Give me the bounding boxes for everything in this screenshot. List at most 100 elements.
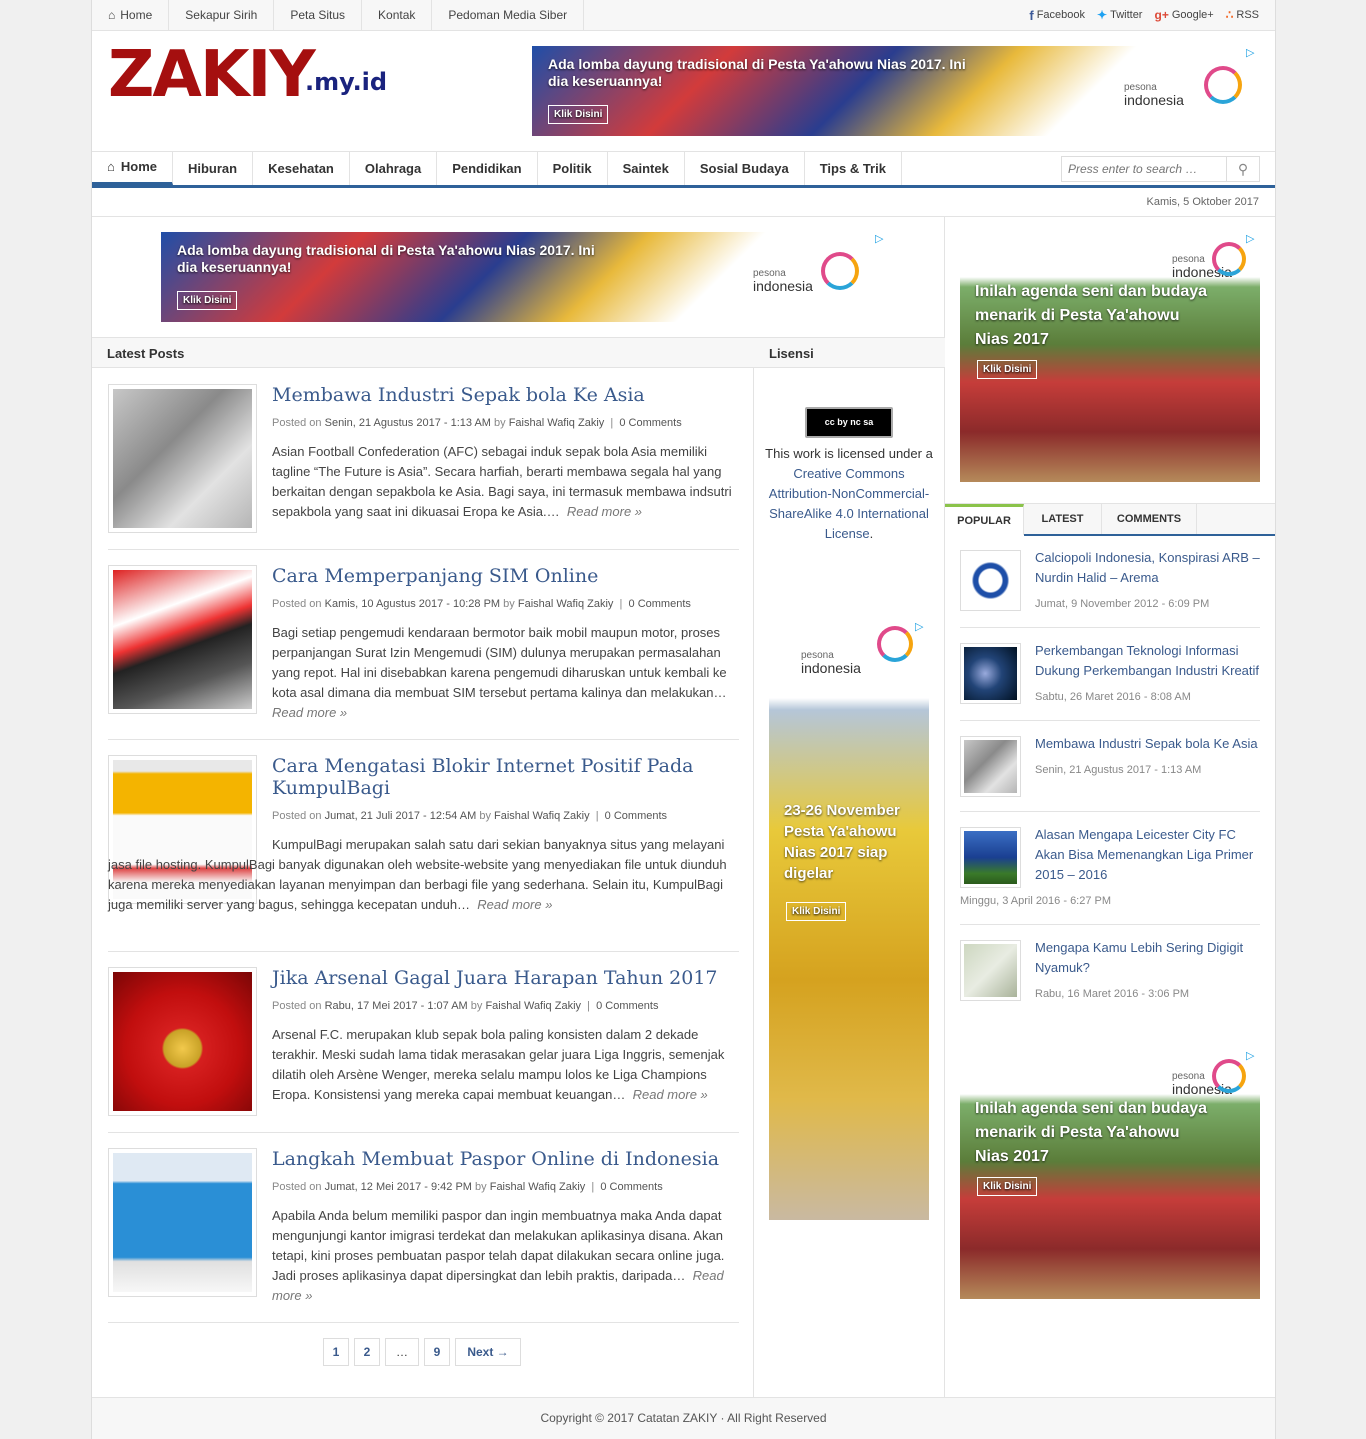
facebook-link[interactable]: f Facebook <box>1029 0 1085 31</box>
posted-on-label: Posted on <box>272 1000 322 1012</box>
adchoices-icon[interactable]: ▷ <box>915 622 926 633</box>
search-button[interactable]: ⚲ <box>1226 157 1259 181</box>
page-9-button[interactable]: 9 <box>424 1338 450 1366</box>
read-more-link[interactable]: Read more » <box>633 1087 708 1102</box>
footer: Copyright © 2017 Catatan ZAKIY · All Rig… <box>92 1397 1275 1439</box>
post-author[interactable]: Faishal Wafiq Zakiy <box>490 1181 586 1193</box>
post-title[interactable]: Membawa Industri Sepak bola Ke Asia <box>272 384 732 406</box>
post-author[interactable]: Faishal Wafiq Zakiy <box>518 598 614 610</box>
top-nav-pedoman-media-siber[interactable]: Pedoman Media Siber <box>432 0 585 31</box>
googleplus-label: Google+ <box>1171 9 1214 21</box>
ad-click-button[interactable]: Klik Disini <box>786 902 847 921</box>
nav-tips-trik[interactable]: Tips & Trik <box>805 152 902 185</box>
popular-title[interactable]: Perkembangan Teknologi Informasi Dukung … <box>1035 641 1263 681</box>
nav-pendidikan[interactable]: Pendidikan <box>437 152 538 185</box>
post-title[interactable]: Cara Mengatasi Blokir Internet Positif P… <box>272 755 732 799</box>
googleplus-icon: g+ <box>1154 8 1169 22</box>
post-meta: Posted on Kamis, 10 Agustus 2017 - 10:28… <box>272 598 691 610</box>
top-nav-peta-situs[interactable]: Peta Situs <box>274 0 363 31</box>
tab-latest[interactable]: LATEST <box>1024 504 1102 535</box>
ad-click-button[interactable]: Klik Disini <box>977 1177 1038 1196</box>
site-logo[interactable]: ZAKIY <box>108 40 316 110</box>
read-more-link[interactable]: Read more » <box>477 897 552 912</box>
adchoices-icon[interactable]: ▷ <box>1246 1051 1257 1062</box>
post-title[interactable]: Langkah Membuat Paspor Online di Indones… <box>272 1148 732 1170</box>
popular-thumbnail[interactable] <box>960 827 1021 888</box>
popular-thumbnail[interactable] <box>960 643 1021 704</box>
sidebar-ad-banner[interactable]: pesona indonesia Inilah agenda seni dan b… <box>960 232 1260 482</box>
adchoices-icon[interactable]: ▷ <box>875 234 886 245</box>
read-more-link[interactable]: Read more » <box>272 705 347 720</box>
facebook-icon: f <box>1029 8 1034 23</box>
popular-title[interactable]: Mengapa Kamu Lebih Sering Digigit Nyamuk… <box>1035 938 1263 978</box>
post-meta: Posted on Rabu, 17 Mei 2017 - 1:07 AM by… <box>272 1000 659 1012</box>
pesona-indonesia-logo: pesona indonesia <box>753 268 813 293</box>
post-comments-link[interactable]: 0 Comments <box>619 417 681 429</box>
popular-thumbnail[interactable] <box>960 736 1021 797</box>
post-author[interactable]: Faishal Wafiq Zakiy <box>494 810 590 822</box>
search-input[interactable] <box>1062 157 1226 181</box>
post-thumbnail[interactable] <box>108 1148 257 1297</box>
rss-link[interactable]: ∴ RSS <box>1226 0 1259 31</box>
post-thumbnail[interactable] <box>108 967 257 1116</box>
nav-sosial-budaya[interactable]: Sosial Budaya <box>685 152 805 185</box>
adchoices-icon[interactable]: ▷ <box>1246 234 1257 245</box>
nav-home[interactable]: ⌂ Home <box>92 152 173 185</box>
top-nav-kontak[interactable]: Kontak <box>362 0 433 31</box>
ad-click-button[interactable]: Klik Disini <box>548 105 609 124</box>
adchoices-icon[interactable]: ▷ <box>1246 48 1257 59</box>
nav-politik[interactable]: Politik <box>538 152 608 185</box>
post-author[interactable]: Faishal Wafiq Zakiy <box>485 1000 581 1012</box>
post-title[interactable]: Jika Arsenal Gagal Juara Harapan Tahun 2… <box>272 967 732 989</box>
tabs-bottom-border <box>1024 534 1275 536</box>
tab-comments[interactable]: COMMENTS <box>1102 504 1197 535</box>
popular-title[interactable]: Calciopoli Indonesia, Konspirasi ARB – N… <box>1035 548 1263 588</box>
popular-thumbnail[interactable] <box>960 940 1021 1001</box>
site-logo-domain[interactable]: .my.id <box>305 68 387 96</box>
post-thumbnail[interactable] <box>108 384 257 533</box>
page-1-button[interactable]: 1 <box>323 1338 349 1366</box>
header-ad-banner[interactable]: Ada lomba dayung tradisional di Pesta Ya… <box>532 46 1260 136</box>
tall-ad-banner[interactable]: pesona indonesia 23-26 November Pesta Ya'… <box>769 620 929 1220</box>
popular-thumbnail[interactable] <box>960 550 1021 611</box>
post-comments-link[interactable]: 0 Comments <box>600 1181 662 1193</box>
post-comments-link[interactable]: 0 Comments <box>605 810 667 822</box>
post-thumbnail[interactable] <box>108 565 257 714</box>
post-comments-link[interactable]: 0 Comments <box>596 1000 658 1012</box>
twitter-link[interactable]: ✦ Twitter <box>1097 0 1142 31</box>
read-more-link[interactable]: Read more » <box>567 504 642 519</box>
top-nav-sekapur-sirih[interactable]: Sekapur Sirih <box>169 0 275 31</box>
post-title[interactable]: Cara Memperpanjang SIM Online <box>272 565 732 587</box>
twitter-icon: ✦ <box>1097 8 1108 22</box>
next-page-button[interactable]: Next → <box>455 1338 521 1366</box>
popular-item: Membawa Industri Sepak bola Ke Asia Seni… <box>960 736 1260 798</box>
popular-title[interactable]: Alasan Mengapa Leicester City FC Akan Bi… <box>1035 825 1263 885</box>
post-item: Cara Memperpanjang SIM Online Posted on … <box>108 565 739 725</box>
popular-title[interactable]: Membawa Industri Sepak bola Ke Asia <box>1035 734 1263 754</box>
license-link[interactable]: Creative Commons Attribution-NonCommerci… <box>769 466 929 541</box>
nav-kesehatan[interactable]: Kesehatan <box>253 152 350 185</box>
ad-click-button[interactable]: Klik Disini <box>177 291 238 310</box>
creative-commons-badge[interactable]: cc by nc sa <box>805 407 893 438</box>
popular-item: Perkembangan Teknologi Informasi Dukung … <box>960 643 1260 705</box>
top-nav-home[interactable]: ⌂ Home <box>92 0 170 31</box>
posted-on-label: Posted on <box>272 598 322 610</box>
sidebar-ad-banner-2[interactable]: pesona indonesia Inilah agenda seni dan b… <box>960 1049 1260 1299</box>
ad-click-button[interactable]: Klik Disini <box>977 360 1038 379</box>
twitter-label: Twitter <box>1110 9 1143 21</box>
nav-hiburan[interactable]: Hiburan <box>173 152 254 185</box>
tab-popular[interactable]: POPULAR <box>945 504 1024 535</box>
popular-item: Alasan Mengapa Leicester City FC Akan Bi… <box>960 825 1263 907</box>
page-2-button[interactable]: 2 <box>354 1338 380 1366</box>
popular-date: Jumat, 9 November 2012 - 6:09 PM <box>1035 598 1210 610</box>
googleplus-link[interactable]: g+ Google+ <box>1154 0 1213 31</box>
license-text-prefix: This work is licensed under a <box>765 446 933 461</box>
nav-saintek[interactable]: Saintek <box>608 152 685 185</box>
post-author[interactable]: Faishal Wafiq Zakiy <box>509 417 605 429</box>
post-comments-link[interactable]: 0 Comments <box>629 598 691 610</box>
content-ad-banner[interactable]: Ada lomba dayung tradisional di Pesta Ya… <box>161 232 889 322</box>
ad-headline: Ada lomba dayung tradisional di Pesta Ya… <box>548 56 966 89</box>
post-separator <box>108 1132 739 1133</box>
ad-headline: Ada lomba dayung tradisional di Pesta Ya… <box>177 242 595 275</box>
nav-olahraga[interactable]: Olahraga <box>350 152 438 185</box>
